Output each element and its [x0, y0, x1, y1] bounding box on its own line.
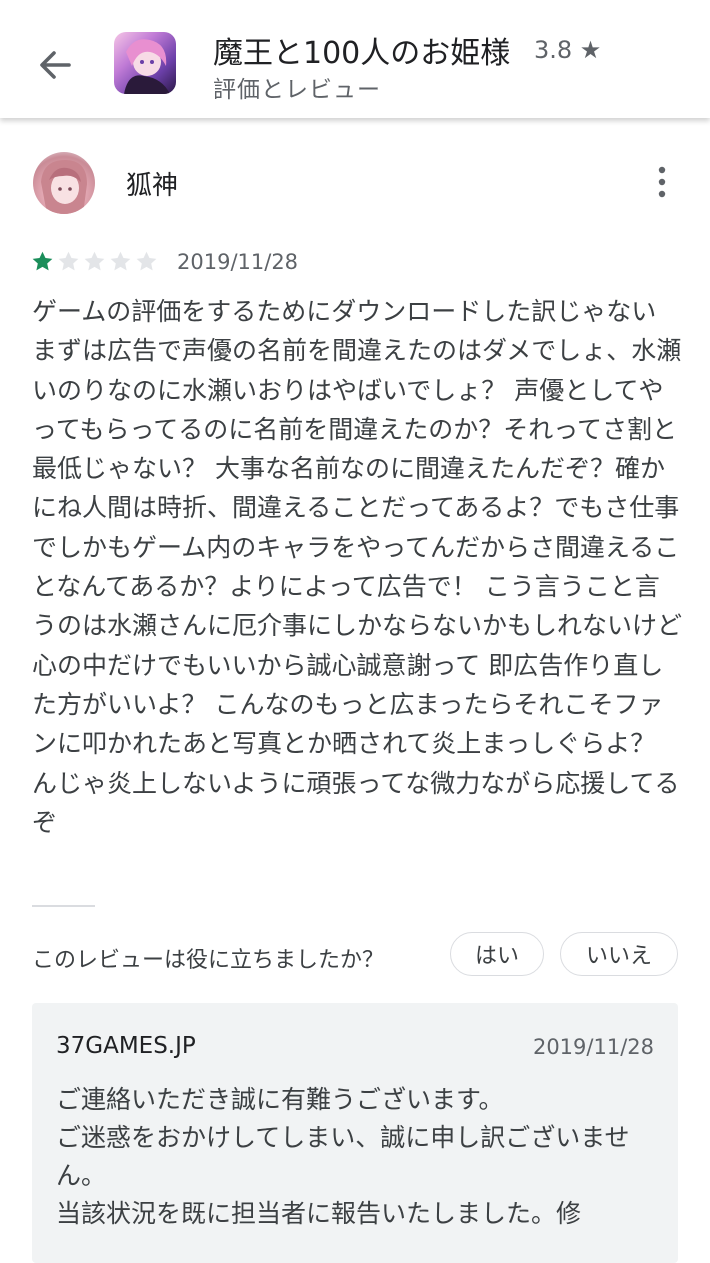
- reply-text: ご連絡いただき誠に有難うございます。 ご迷惑をおかけしてしまい、誠に申し訳ござい…: [56, 1085, 630, 1228]
- page-subtitle: 評価とレビュー: [213, 77, 381, 103]
- app-header: 魔王と100人のお姫様 3.8 ★ 評価とレビュー: [0, 0, 710, 118]
- divider: [32, 905, 95, 907]
- reviewer-name: 狐神: [126, 171, 179, 201]
- more-vert-icon[interactable]: [648, 165, 676, 199]
- star-icon: [58, 251, 79, 271]
- star-icon: [32, 251, 53, 271]
- review-text: ゲームの評価をするためにダウンロードした訳じゃない まずは広告で声優の名前を間違…: [32, 297, 683, 837]
- star-icon: [84, 251, 105, 271]
- helpful-no-button[interactable]: いいえ: [560, 932, 678, 976]
- app-icon[interactable]: [114, 32, 176, 94]
- helpful-question: このレビューは役に立ちましたか？: [32, 948, 385, 973]
- reply-date: 2019/11/28: [532, 1035, 654, 1059]
- avatar: [33, 152, 95, 214]
- app-title: 魔王と100人のお姫様: [213, 36, 511, 71]
- star-icon: [136, 251, 157, 271]
- star-rating: [31, 250, 158, 273]
- app-rating: 3.8 ★: [534, 36, 602, 64]
- star-icon: [110, 251, 131, 271]
- developer-name: 37GAMES.JP: [56, 1033, 196, 1059]
- helpful-yes-button[interactable]: はい: [450, 932, 544, 976]
- developer-reply: 37GAMES.JP 2019/11/28 ご連絡いただき誠に有難うございます。…: [32, 1003, 678, 1263]
- arrow-back-icon[interactable]: [30, 40, 80, 90]
- review-date: 2019/11/28: [177, 250, 299, 274]
